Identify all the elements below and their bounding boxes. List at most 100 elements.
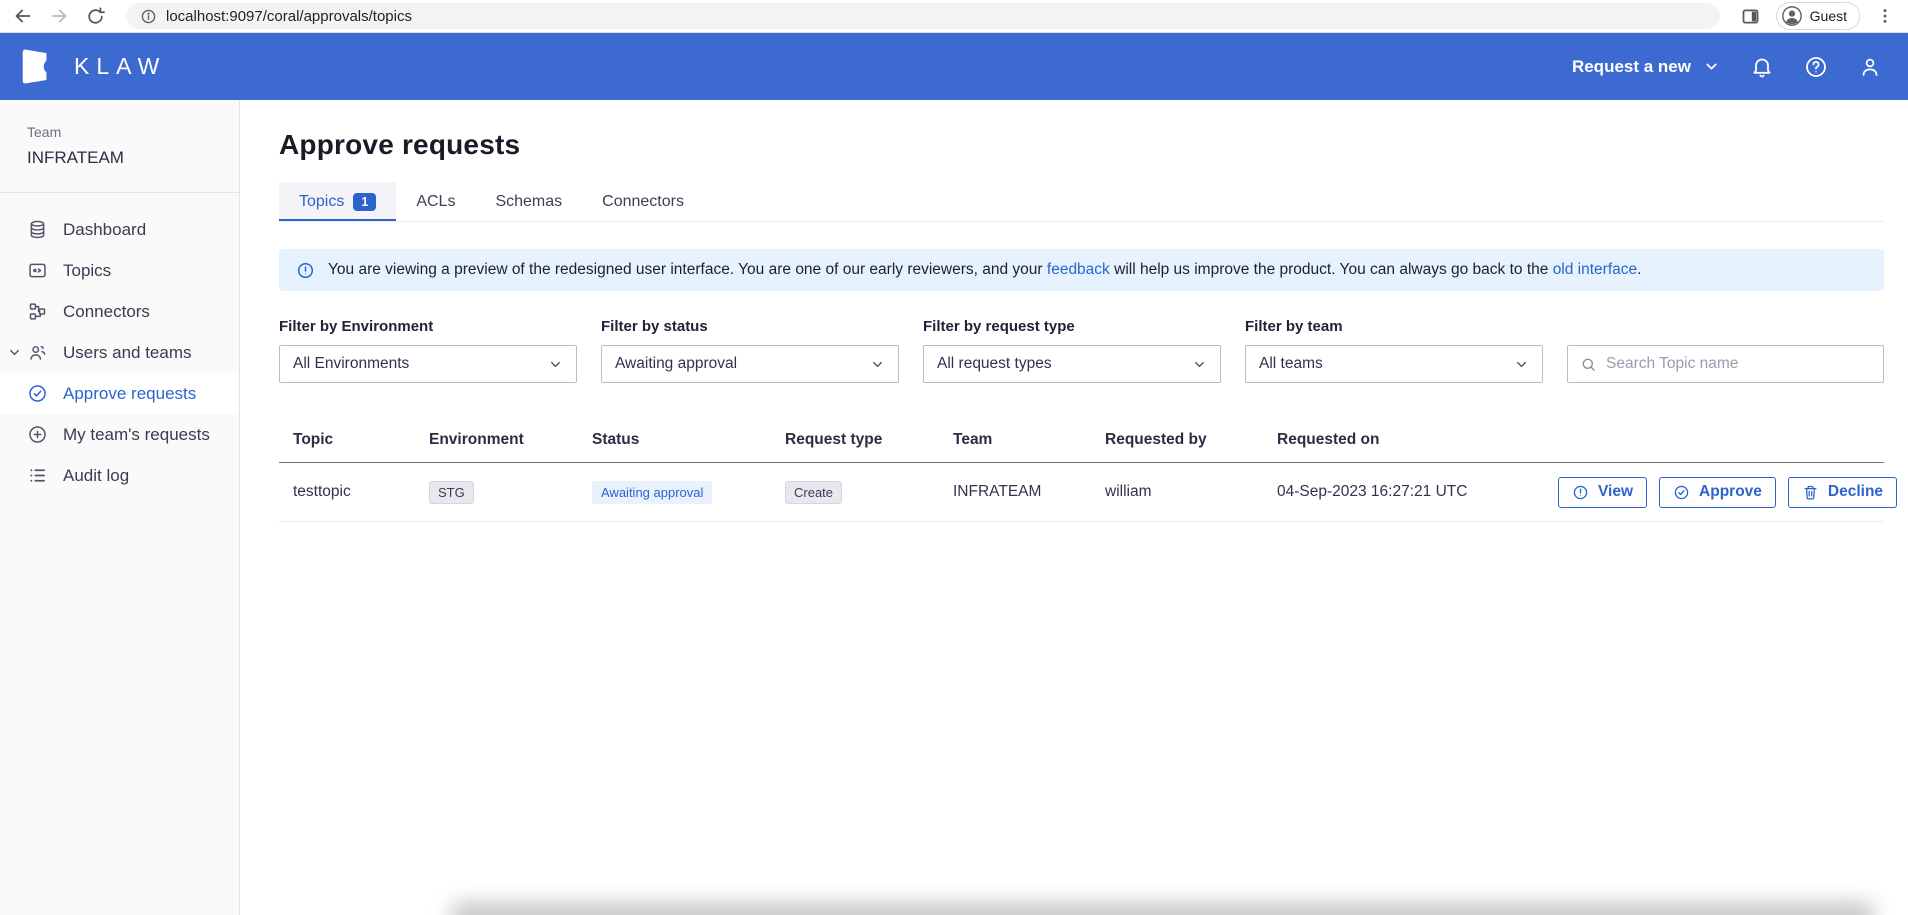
view-button[interactable]: View <box>1558 477 1647 508</box>
approve-button[interactable]: Approve <box>1659 477 1776 508</box>
bell-icon[interactable] <box>1750 55 1774 79</box>
chevron-down-icon <box>548 357 563 372</box>
sidebar: Team INFRATEAM Dashboard Topics Connecto… <box>0 100 240 915</box>
list-icon <box>27 465 48 486</box>
reload-icon[interactable] <box>84 5 106 27</box>
chevron-down-icon <box>870 357 885 372</box>
profile-label: Guest <box>1810 8 1847 24</box>
sidebar-item-audit-log[interactable]: Audit log <box>0 455 239 496</box>
side-panel-icon[interactable] <box>1740 5 1762 27</box>
team-select-value: All teams <box>1259 355 1323 373</box>
banner-text-3: . <box>1637 261 1641 278</box>
chevron-down-icon <box>7 345 22 360</box>
sidebar-divider <box>0 192 239 193</box>
team-cell: INFRATEAM <box>939 473 1091 511</box>
sidebar-item-users-and-teams[interactable]: Users and teams <box>0 332 239 373</box>
info-circle-icon[interactable] <box>140 8 157 25</box>
filters-row: Filter by Environment All Environments F… <box>279 318 1884 383</box>
tab-label: Topics <box>299 193 344 211</box>
request-type-cell: Create <box>771 471 939 514</box>
person-icon[interactable] <box>1858 55 1882 79</box>
kebab-menu-icon[interactable] <box>1874 5 1896 27</box>
browser-controls: Guest <box>1740 2 1896 30</box>
avatar-icon <box>1781 5 1803 27</box>
view-button-label: View <box>1598 483 1633 501</box>
sidebar-item-my-teams-requests[interactable]: My team's requests <box>0 414 239 455</box>
team-select[interactable]: All teams <box>1245 345 1543 383</box>
filter-status-label: Filter by status <box>601 318 899 335</box>
tab-label: Connectors <box>602 193 684 211</box>
chevron-down-icon <box>1514 357 1529 372</box>
brand-name: KLAW <box>74 53 166 80</box>
tab-count-badge: 1 <box>353 193 376 211</box>
requests-table: Topic Environment Status Request type Te… <box>279 420 1884 522</box>
environment-select-value: All Environments <box>293 355 409 373</box>
exclamation-circle-icon <box>1572 484 1589 501</box>
sidebar-item-connectors[interactable]: Connectors <box>0 291 239 332</box>
status-cell: Awaiting approval <box>578 471 771 514</box>
preview-info-banner: You are viewing a preview of the redesig… <box>279 249 1884 291</box>
search-box <box>1567 345 1884 383</box>
connectors-icon <box>27 301 48 322</box>
filter-status: Filter by status Awaiting approval <box>601 318 899 383</box>
team-label: Team <box>27 124 239 140</box>
sidebar-item-label: Topics <box>63 261 111 281</box>
feedback-link[interactable]: feedback <box>1047 261 1110 278</box>
sidebar-item-label: Users and teams <box>63 343 192 363</box>
decline-button[interactable]: Decline <box>1788 477 1897 508</box>
filter-team-label: Filter by team <box>1245 318 1543 335</box>
tab-acls[interactable]: ACLs <box>396 182 475 221</box>
forward-arrow-icon[interactable] <box>48 5 70 27</box>
help-circle-icon[interactable] <box>1804 55 1828 79</box>
search-icon <box>1580 356 1597 373</box>
requested-by-cell: william <box>1091 473 1263 511</box>
tab-schemas[interactable]: Schemas <box>475 182 582 221</box>
browser-toolbar: localhost:9097/coral/approvals/topics Gu… <box>0 0 1908 33</box>
sidebar-item-label: Approve requests <box>63 384 196 404</box>
browser-profile-button[interactable]: Guest <box>1776 2 1860 30</box>
request-a-new-label: Request a new <box>1572 57 1691 77</box>
column-header-team: Team <box>939 420 1091 462</box>
request-type-select-value: All request types <box>937 355 1052 373</box>
tabs: Topics 1 ACLs Schemas Connectors <box>279 182 1884 222</box>
sidebar-item-topics[interactable]: Topics <box>0 250 239 291</box>
filter-request-type: Filter by request type All request types <box>923 318 1221 383</box>
trash-icon <box>1802 484 1819 501</box>
exclamation-circle-icon <box>296 261 315 280</box>
status-select[interactable]: Awaiting approval <box>601 345 899 383</box>
back-arrow-icon[interactable] <box>12 5 34 27</box>
request-type-chip: Create <box>785 481 842 504</box>
sidebar-item-approve-requests[interactable]: Approve requests <box>0 373 239 414</box>
page-title: Approve requests <box>279 129 1884 161</box>
chevron-down-icon <box>1192 357 1207 372</box>
tab-label: Schemas <box>495 193 562 211</box>
check-circle-icon <box>27 383 48 404</box>
banner-text: You are viewing a preview of the redesig… <box>328 261 1641 279</box>
address-bar[interactable]: localhost:9097/coral/approvals/topics <box>126 3 1720 29</box>
environment-select[interactable]: All Environments <box>279 345 577 383</box>
banner-text-1: You are viewing a preview of the redesig… <box>328 261 1047 278</box>
topic-cell: testtopic <box>279 473 415 511</box>
filter-request-type-label: Filter by request type <box>923 318 1221 335</box>
tab-topics[interactable]: Topics 1 <box>279 182 396 221</box>
people-icon <box>27 342 48 363</box>
header-actions: Request a new <box>1572 55 1882 79</box>
database-icon <box>27 219 48 240</box>
filter-environment-label: Filter by Environment <box>279 318 577 335</box>
decline-button-label: Decline <box>1828 483 1883 501</box>
sidebar-item-label: My team's requests <box>63 425 210 445</box>
column-header-actions <box>1558 429 1884 453</box>
klaw-logo <box>16 45 59 88</box>
check-circle-icon <box>1673 484 1690 501</box>
request-type-select[interactable]: All request types <box>923 345 1221 383</box>
main-content: Approve requests Topics 1 ACLs Schemas C… <box>240 100 1908 915</box>
tab-connectors[interactable]: Connectors <box>582 182 704 221</box>
environment-cell: STG <box>415 471 578 514</box>
request-a-new-button[interactable]: Request a new <box>1572 57 1720 77</box>
tab-label: ACLs <box>416 193 455 211</box>
brand[interactable]: KLAW <box>16 45 166 88</box>
sidebar-item-dashboard[interactable]: Dashboard <box>0 209 239 250</box>
search-input[interactable] <box>1606 355 1871 373</box>
old-interface-link[interactable]: old interface <box>1553 261 1637 278</box>
column-header-topic: Topic <box>279 420 415 462</box>
